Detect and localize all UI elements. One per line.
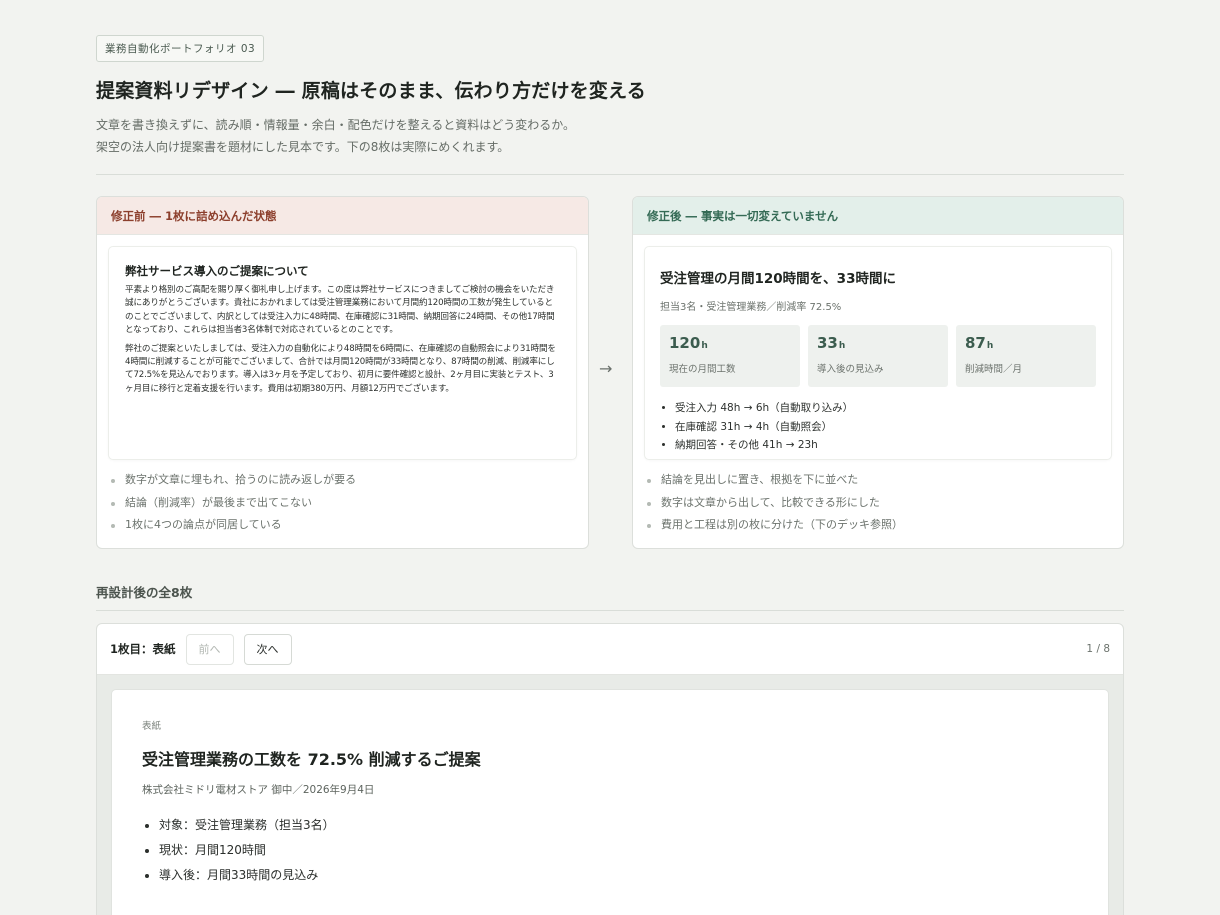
stat-cards: 120h 現在の月間工数 33h 導入後の見込み 87h 削減時間／月 [660, 325, 1096, 387]
portfolio-badge: 業務自動化ポートフォリオ 03 [96, 35, 265, 62]
stat-value: 33 [817, 334, 838, 352]
deck-slide: 表紙 受注管理業務の工数を 72.5% 削減するご提案 株式会社ミドリ電材ストア… [112, 690, 1108, 915]
next-button[interactable]: 次へ [243, 633, 292, 665]
stat-label: 削減時間／月 [965, 364, 1023, 375]
before-slide: 弊社サービス導入のご提案について 平素より格別のご高配を賜り厚く御礼申し上げます… [109, 247, 576, 459]
divider [96, 174, 1124, 175]
after-slide-title: 受注管理の月間120時間を、33時間に [660, 271, 896, 287]
comparison: 修正前 ― 1枚に詰め込んだ状態 弊社サービス導入のご提案について 平素より格別… [96, 196, 1124, 549]
deck-section-title: 再設計後の全8枚 [96, 585, 193, 600]
slide-deck: 1枚目：表紙 前へ 次へ 1 / 8 表紙 受注管理業務の工数を 72.5% 削… [96, 623, 1124, 915]
list-item: 納期回答・その他 41h → 23h [675, 436, 1096, 455]
note-item: 費用と工程は別の枚に分けた（下のデッキ参照） [645, 514, 1111, 537]
after-slide: 受注管理の月間120時間を、33時間に 担当3名・受注管理業務／削減率 72.5… [645, 247, 1111, 459]
after-slide-subtitle: 担当3名・受注管理業務／削減率 72.5% [660, 302, 842, 313]
after-slide-bullets: 受注入力 48h → 6h（自動取り込み） 在庫確認 31h → 4h（自動照会… [660, 399, 1096, 455]
stat-unit: h [701, 341, 708, 351]
before-panel-header: 修正前 ― 1枚に詰め込んだ状態 [97, 197, 588, 235]
current-slide-label: 1枚目：表紙 [110, 642, 176, 656]
list-item: 導入後：月間33時間の見込み [159, 863, 1078, 888]
arrow-right-icon: → [599, 359, 613, 378]
stat-card-after: 33h 導入後の見込み [808, 325, 948, 387]
stat-unit: h [986, 341, 994, 351]
note-item: 1枚に4つの論点が同居している [109, 514, 576, 537]
stat-card-current: 120h 現在の月間工数 [660, 325, 800, 387]
page-title: 提案資料リデザイン ― 原稿はそのまま、伝わり方だけを変える [96, 80, 646, 102]
slide-kicker: 表紙 [142, 721, 162, 732]
page: 業務自動化ポートフォリオ 03 提案資料リデザイン ― 原稿はそのまま、伝わり方… [96, 35, 1124, 915]
stat-label: 現在の月間工数 [669, 364, 736, 375]
page-lead: 文章を書き換えずに、読み順・情報量・余白・配色だけを整えると資料はどう変わるか。… [96, 114, 1124, 158]
before-paragraph-2: 弊社のご提案といたしましては、受注入力の自動化により48時間を6時間に、在庫確認… [125, 343, 556, 394]
list-item: 現状：月間120時間 [159, 838, 1078, 863]
before-panel: 修正前 ― 1枚に詰め込んだ状態 弊社サービス導入のご提案について 平素より格別… [96, 196, 589, 549]
slide-subtitle: 株式会社ミドリ電材ストア 御中／2026年9月4日 [142, 784, 375, 796]
slide-title: 受注管理業務の工数を 72.5% 削減するご提案 [142, 750, 481, 769]
prev-button[interactable]: 前へ [185, 633, 234, 665]
divider [96, 610, 1124, 611]
slide-counter: 1 / 8 [1086, 643, 1110, 655]
after-panel: 修正後 ― 事実は一切変えていません 受注管理の月間120時間を、33時間に 担… [632, 196, 1124, 549]
slide-bullets: 対象：受注管理業務（担当3名） 現状：月間120時間 導入後：月間33時間の見込… [142, 813, 1078, 888]
lead-line-1: 文章を書き換えずに、読み順・情報量・余白・配色だけを整えると資料はどう変わるか。 [96, 118, 576, 132]
list-item: 在庫確認 31h → 4h（自動照会） [675, 418, 1096, 437]
deck-stage: 表紙 受注管理業務の工数を 72.5% 削減するご提案 株式会社ミドリ電材ストア… [97, 675, 1123, 915]
note-item: 結論（削減率）が最後まで出てこない [109, 492, 576, 515]
lead-line-2: 架空の法人向け提案書を題材にした見本です。下の8枚は実際にめくれます。 [96, 140, 510, 154]
list-item: 対象：受注管理業務（担当3名） [159, 813, 1078, 838]
deck-toolbar: 1枚目：表紙 前へ 次へ 1 / 8 [97, 624, 1123, 675]
after-notes: 結論を見出しに置き、根拠を下に並べた 数字は文章から出して、比較できる形にした … [645, 469, 1111, 537]
list-item: 受注入力 48h → 6h（自動取り込み） [675, 399, 1096, 418]
stat-label: 導入後の見込み [817, 364, 884, 375]
note-item: 結論を見出しに置き、根拠を下に並べた [645, 469, 1111, 492]
after-panel-header: 修正後 ― 事実は一切変えていません [633, 197, 1123, 235]
before-notes: 数字が文章に埋もれ、拾うのに読み返しが要る 結論（削減率）が最後まで出てこない … [109, 469, 576, 537]
before-paragraph-1: 平素より格別のご高配を賜り厚く御礼申し上げます。この度は弊社サービスにつきまして… [125, 285, 555, 336]
stat-value: 87 [965, 334, 986, 352]
note-item: 数字が文章に埋もれ、拾うのに読み返しが要る [109, 469, 576, 492]
stat-card-saved: 87h 削減時間／月 [956, 325, 1096, 387]
note-item: 数字は文章から出して、比較できる形にした [645, 492, 1111, 515]
before-slide-title: 弊社サービス導入のご提案について [125, 264, 309, 278]
stat-unit: h [838, 341, 846, 351]
stat-value: 120 [669, 334, 701, 352]
